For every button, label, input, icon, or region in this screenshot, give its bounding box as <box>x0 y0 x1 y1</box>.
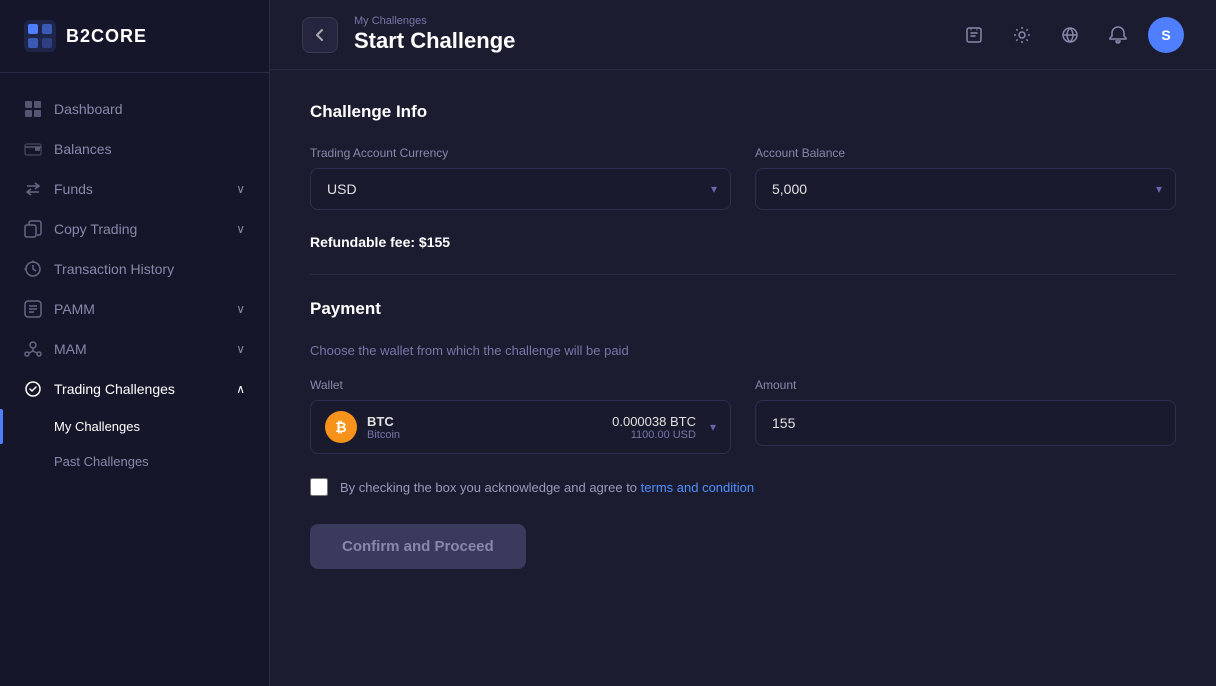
form-group-currency: Trading Account Currency USD EUR BTC ▾ <box>310 146 731 210</box>
form-row-account: Trading Account Currency USD EUR BTC ▾ A… <box>310 146 1176 210</box>
btc-icon: ₿ <box>325 411 357 443</box>
pamm-chevron-icon: ∨ <box>236 302 245 316</box>
account-balance-label: Account Balance <box>755 146 1176 160</box>
sidebar-item-mam[interactable]: MAM ∨ <box>0 329 269 369</box>
sidebar-item-pamm-label: PAMM <box>54 301 95 317</box>
sidebar-item-dashboard-label: Dashboard <box>54 101 123 117</box>
breadcrumb: My Challenges <box>354 15 515 27</box>
transfer-icon <box>24 180 42 198</box>
history-icon <box>24 260 42 278</box>
wallet-select[interactable]: ₿ BTC Bitcoin 0.000038 BTC 1100.00 USD ▾ <box>310 400 731 454</box>
wallet-full-name: Bitcoin <box>367 429 602 441</box>
amount-input[interactable] <box>755 400 1176 446</box>
refundable-fee-value: $155 <box>419 234 450 250</box>
breadcrumb-area: My Challenges Start Challenge <box>354 15 515 54</box>
wallet-info: BTC Bitcoin <box>367 414 602 441</box>
wallet-balance-info: 0.000038 BTC 1100.00 USD <box>612 414 696 441</box>
sidebar-item-funds-label: Funds <box>54 181 93 197</box>
trading-challenges-chevron-icon: ∧ <box>236 382 245 396</box>
balance-select[interactable]: 5,000 10,000 25,000 <box>755 168 1176 210</box>
nav-list: Dashboard Balances Funds ∨ Copy <box>0 73 269 686</box>
main-content: Challenge Info Trading Account Currency … <box>270 70 1216 686</box>
bell-icon <box>1108 25 1128 45</box>
grid-icon <box>24 100 42 118</box>
wallet-amount-row: Wallet ₿ BTC Bitcoin 0.000038 BTC 1100.0… <box>310 378 1176 454</box>
confirm-button[interactable]: Confirm and Proceed <box>310 524 526 569</box>
sidebar-item-funds[interactable]: Funds ∨ <box>0 169 269 209</box>
wallet-chevron-icon: ▾ <box>710 420 716 434</box>
sidebar-item-transaction-history[interactable]: Transaction History <box>0 249 269 289</box>
back-arrow-icon <box>312 27 328 43</box>
wallet-icon <box>24 140 42 158</box>
trading-account-currency-label: Trading Account Currency <box>310 146 731 160</box>
form-group-balance: Account Balance 5,000 10,000 25,000 ▾ <box>755 146 1176 210</box>
download-icon <box>964 25 984 45</box>
amount-label: Amount <box>755 378 1176 392</box>
mam-chevron-icon: ∨ <box>236 342 245 356</box>
refundable-fee-label: Refundable fee: <box>310 234 415 250</box>
avatar[interactable]: S <box>1148 17 1184 53</box>
sidebar-item-past-challenges[interactable]: Past Challenges <box>0 444 269 479</box>
mam-icon <box>24 340 42 358</box>
app-logo-text: B2CORE <box>66 26 147 47</box>
wallet-name: BTC <box>367 414 602 429</box>
checkbox-label: By checking the box you acknowledge and … <box>340 480 754 495</box>
challenge-info-title: Challenge Info <box>310 102 1176 122</box>
refundable-fee: Refundable fee: $155 <box>310 234 1176 250</box>
sidebar-item-my-challenges[interactable]: My Challenges <box>0 409 269 444</box>
wallet-balance: 0.000038 BTC <box>612 414 696 429</box>
gear-icon <box>1012 25 1032 45</box>
topbar-actions: S <box>956 17 1184 53</box>
payment-title: Payment <box>310 299 1176 319</box>
wallet-label: Wallet <box>310 378 731 392</box>
sidebar-item-copy-trading[interactable]: Copy Trading ∨ <box>0 209 269 249</box>
globe-button[interactable] <box>1052 17 1088 53</box>
page-title: Start Challenge <box>354 28 515 54</box>
sidebar-item-balances[interactable]: Balances <box>0 129 269 169</box>
terms-link[interactable]: terms and condition <box>641 480 754 495</box>
sidebar-item-trading-challenges[interactable]: Trading Challenges ∧ <box>0 369 269 409</box>
currency-select-wrapper: USD EUR BTC ▾ <box>310 168 731 210</box>
sidebar-item-transaction-history-label: Transaction History <box>54 261 174 277</box>
amount-group: Amount <box>755 378 1176 454</box>
copy-trading-chevron-icon: ∨ <box>236 222 245 236</box>
logo-icon <box>24 20 56 52</box>
section-divider <box>310 274 1176 275</box>
terms-checkbox[interactable] <box>310 478 328 496</box>
challenges-icon <box>24 380 42 398</box>
back-button[interactable] <box>302 17 338 53</box>
pamm-icon <box>24 300 42 318</box>
sidebar-item-copy-trading-label: Copy Trading <box>54 221 137 237</box>
sidebar-item-pamm[interactable]: PAMM ∨ <box>0 289 269 329</box>
active-indicator <box>0 409 3 444</box>
copy-icon <box>24 220 42 238</box>
sidebar-item-my-challenges-label: My Challenges <box>54 419 140 434</box>
sidebar-item-dashboard[interactable]: Dashboard <box>0 89 269 129</box>
funds-chevron-icon: ∨ <box>236 182 245 196</box>
settings-button[interactable] <box>1004 17 1040 53</box>
globe-icon <box>1060 25 1080 45</box>
notification-button[interactable] <box>1100 17 1136 53</box>
wallet-group: Wallet ₿ BTC Bitcoin 0.000038 BTC 1100.0… <box>310 378 731 454</box>
main-area: My Challenges Start Challenge <box>270 0 1216 686</box>
sidebar-item-balances-label: Balances <box>54 141 112 157</box>
topbar: My Challenges Start Challenge <box>270 0 1216 70</box>
balance-select-wrapper: 5,000 10,000 25,000 ▾ <box>755 168 1176 210</box>
checkbox-row: By checking the box you acknowledge and … <box>310 478 1176 496</box>
sidebar-item-mam-label: MAM <box>54 341 87 357</box>
payment-description: Choose the wallet from which the challen… <box>310 343 1176 358</box>
logo-area: B2CORE <box>0 0 269 73</box>
currency-select[interactable]: USD EUR BTC <box>310 168 731 210</box>
sidebar-item-trading-challenges-label: Trading Challenges <box>54 381 175 397</box>
wallet-balance-usd: 1100.00 USD <box>612 429 696 441</box>
sidebar-item-past-challenges-label: Past Challenges <box>54 454 149 469</box>
download-button[interactable] <box>956 17 992 53</box>
sidebar: B2CORE Dashboard Balances <box>0 0 270 686</box>
